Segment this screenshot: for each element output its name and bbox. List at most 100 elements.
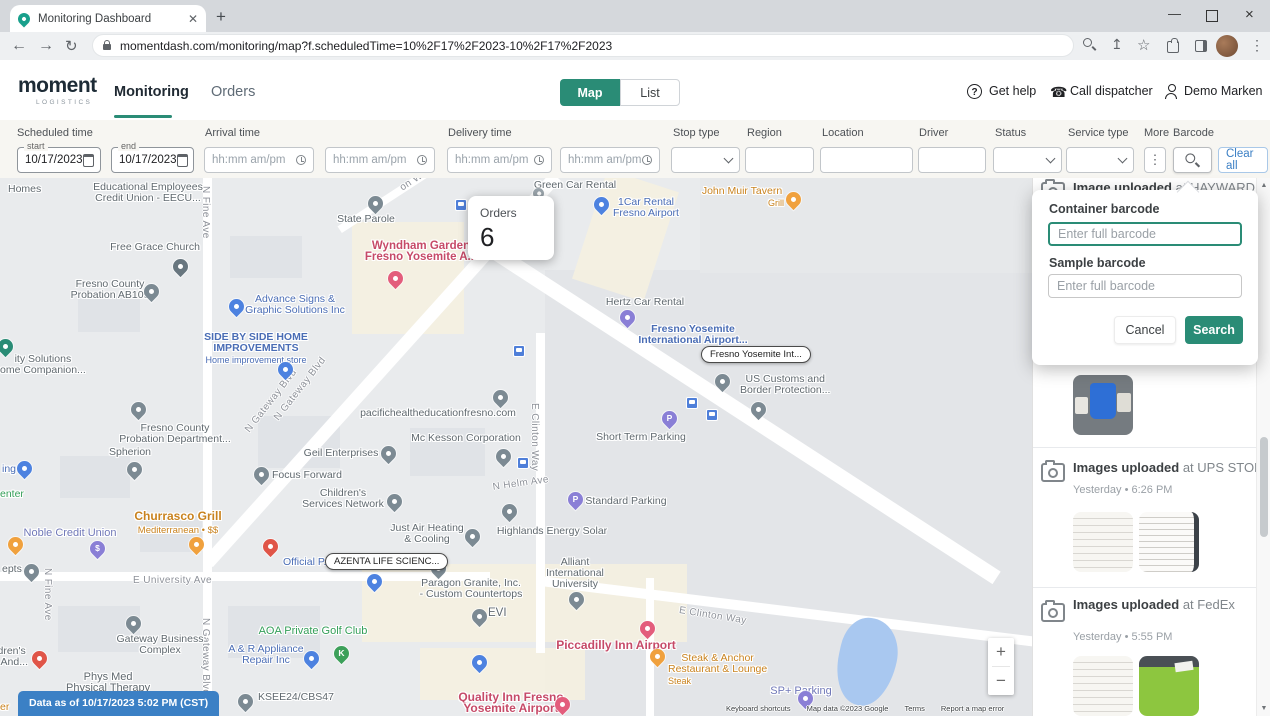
feed-item-title: Images uploaded at UPS STORE [1073, 460, 1270, 475]
more-filters-button[interactable]: ⋮ [1144, 147, 1166, 173]
bookmark-star-icon[interactable]: ☆ [1137, 36, 1150, 54]
stop-type-select[interactable] [671, 147, 740, 173]
order-stop-tag-marker[interactable]: Fresno Yosemite Int... [701, 346, 811, 363]
call-dispatcher-button[interactable]: Call dispatcher [1070, 84, 1153, 98]
scrollbar-thumb[interactable] [1260, 437, 1268, 537]
page-scrollbar[interactable]: ▲ ▼ [1256, 178, 1270, 716]
browser-menu-icon[interactable]: ⋮ [1250, 37, 1264, 54]
chevron-down-icon [1118, 154, 1128, 164]
map-poi-label: AlliantInternationalUniversity [546, 557, 604, 590]
map-pin-icon[interactable] [260, 536, 281, 557]
uploaded-image-thumbnail[interactable] [1073, 375, 1133, 435]
map-poi-label: Mc Kesson Corporation [411, 433, 521, 444]
nav-orders[interactable]: Orders [211, 84, 255, 100]
tab-close-icon[interactable]: ✕ [188, 12, 198, 26]
orders-cluster-popup[interactable]: Orders 6 [468, 196, 554, 260]
browser-tab[interactable]: Monitoring Dashboard ✕ [10, 5, 206, 32]
map-poi-label: ldren'sy And... [0, 646, 28, 668]
scheduled-start-field[interactable]: start 10/17/2023 [17, 147, 101, 173]
terms-link[interactable]: Terms [904, 704, 924, 713]
map-toggle-button[interactable]: Map [560, 79, 620, 106]
zoom-out-button[interactable]: − [988, 667, 1014, 695]
arrival-start-field[interactable]: hh:mm am/pm [204, 147, 314, 173]
map-pin-icon[interactable]: K [331, 643, 352, 664]
map-poi-label: A & R ApplianceRepair Inc [228, 644, 303, 666]
map-pin-icon[interactable] [170, 256, 191, 277]
orders-popup-count: 6 [480, 222, 542, 253]
side-panel-icon[interactable] [1195, 40, 1207, 52]
window-minimize-button[interactable]: — [1168, 6, 1181, 21]
clear-all-button[interactable]: Clear all [1218, 147, 1268, 173]
profile-avatar[interactable] [1216, 35, 1238, 57]
map-pin-icon[interactable] [14, 458, 35, 479]
address-bar[interactable]: momentdash.com/monitoring/map?f.schedule… [92, 34, 1074, 57]
get-help-button[interactable]: Get help [989, 84, 1036, 98]
service-type-select[interactable] [1066, 147, 1134, 173]
uploaded-image-thumbnail[interactable] [1073, 656, 1133, 716]
map-pin-icon[interactable] [235, 691, 256, 712]
delivery-time-label: Delivery time [448, 127, 512, 139]
scroll-up-arrow[interactable]: ▲ [1257, 182, 1270, 189]
map-pin-icon[interactable]: P [565, 489, 586, 510]
driver-input[interactable] [918, 147, 986, 173]
window-close-button[interactable]: × [1245, 6, 1254, 23]
delivery-end-field[interactable]: hh:mm am/pm [560, 147, 660, 173]
report-map-error-link[interactable]: Report a map error [941, 704, 1004, 713]
arrival-end-field[interactable]: hh:mm am/pm [325, 147, 435, 173]
map-pin-icon[interactable] [128, 399, 149, 420]
map-poi-label: Geil Enterprises [304, 448, 379, 459]
browser-tabstrip: Monitoring Dashboard ✕ + — × [0, 0, 1270, 32]
window-maximize-button[interactable] [1206, 10, 1218, 22]
list-toggle-button[interactable]: List [620, 79, 680, 106]
uploaded-image-thumbnail[interactable] [1139, 656, 1199, 716]
scroll-down-arrow[interactable]: ▼ [1257, 705, 1270, 712]
map-pin-icon[interactable] [490, 387, 511, 408]
container-barcode-input[interactable] [1048, 222, 1242, 246]
uploaded-image-thumbnail[interactable] [1139, 512, 1199, 572]
map-pin-icon[interactable] [499, 501, 520, 522]
uploaded-image-thumbnail[interactable] [1073, 512, 1133, 572]
sample-barcode-input[interactable] [1048, 274, 1242, 298]
street-name-label: on Way [398, 178, 434, 193]
order-stop-tag-marker[interactable]: AZENTA LIFE SCIENC... [325, 553, 448, 570]
reload-button[interactable]: ↻ [65, 37, 78, 55]
clock-icon [296, 155, 306, 165]
map-pin-icon[interactable] [226, 296, 247, 317]
moment-logo[interactable]: moment [18, 74, 97, 98]
delivery-start-field[interactable]: hh:mm am/pm [447, 147, 552, 173]
more-filters-label: More [1144, 127, 1169, 139]
zoom-in-button[interactable]: + [988, 638, 1014, 666]
user-menu[interactable]: Demo Marken [1184, 84, 1263, 98]
zoom-icon[interactable] [1083, 38, 1096, 51]
cancel-button[interactable]: Cancel [1114, 316, 1176, 344]
camera-icon [1041, 463, 1065, 482]
arrival-time-label: Arrival time [205, 127, 260, 139]
app-window: Monitoring Dashboard ✕ + — × ← → ↻ momen… [0, 0, 1270, 716]
region-input[interactable] [745, 147, 814, 173]
map-building [78, 296, 140, 332]
map-pin-icon[interactable]: P [659, 408, 680, 429]
street-name-label: N Fine Ave [42, 568, 53, 621]
search-button[interactable]: Search [1185, 316, 1243, 344]
barcode-search-button[interactable] [1173, 147, 1212, 173]
map-pin-icon[interactable] [384, 491, 405, 512]
location-input[interactable] [820, 147, 913, 173]
map-pin-icon[interactable] [493, 446, 514, 467]
back-button[interactable]: ← [11, 37, 27, 55]
forward-button[interactable]: → [38, 37, 54, 55]
new-tab-button[interactable]: + [216, 7, 226, 27]
map-pin-icon[interactable] [29, 648, 50, 669]
share-icon[interactable]: ↥ [1111, 36, 1123, 53]
map-poi-label: Just Air Heating& Cooling [390, 523, 464, 545]
map-poi-label: Grill [768, 198, 784, 209]
map-pin-icon[interactable] [378, 443, 399, 464]
scheduled-end-field[interactable]: end 10/17/2023 [111, 147, 194, 173]
status-select[interactable] [993, 147, 1062, 173]
extensions-puzzle-icon[interactable] [1167, 41, 1179, 53]
map-pin-icon[interactable] [462, 526, 483, 547]
keyboard-shortcuts-link[interactable]: Keyboard shortcuts [726, 704, 791, 713]
barcode-search-panel: Container barcode Sample barcode Cancel … [1032, 190, 1258, 365]
map-pin-icon[interactable]: $ [87, 538, 108, 559]
map-canvas[interactable]: HomesEducational EmployeesCredit Union -… [0, 178, 1032, 716]
nav-monitoring[interactable]: Monitoring [114, 84, 189, 100]
